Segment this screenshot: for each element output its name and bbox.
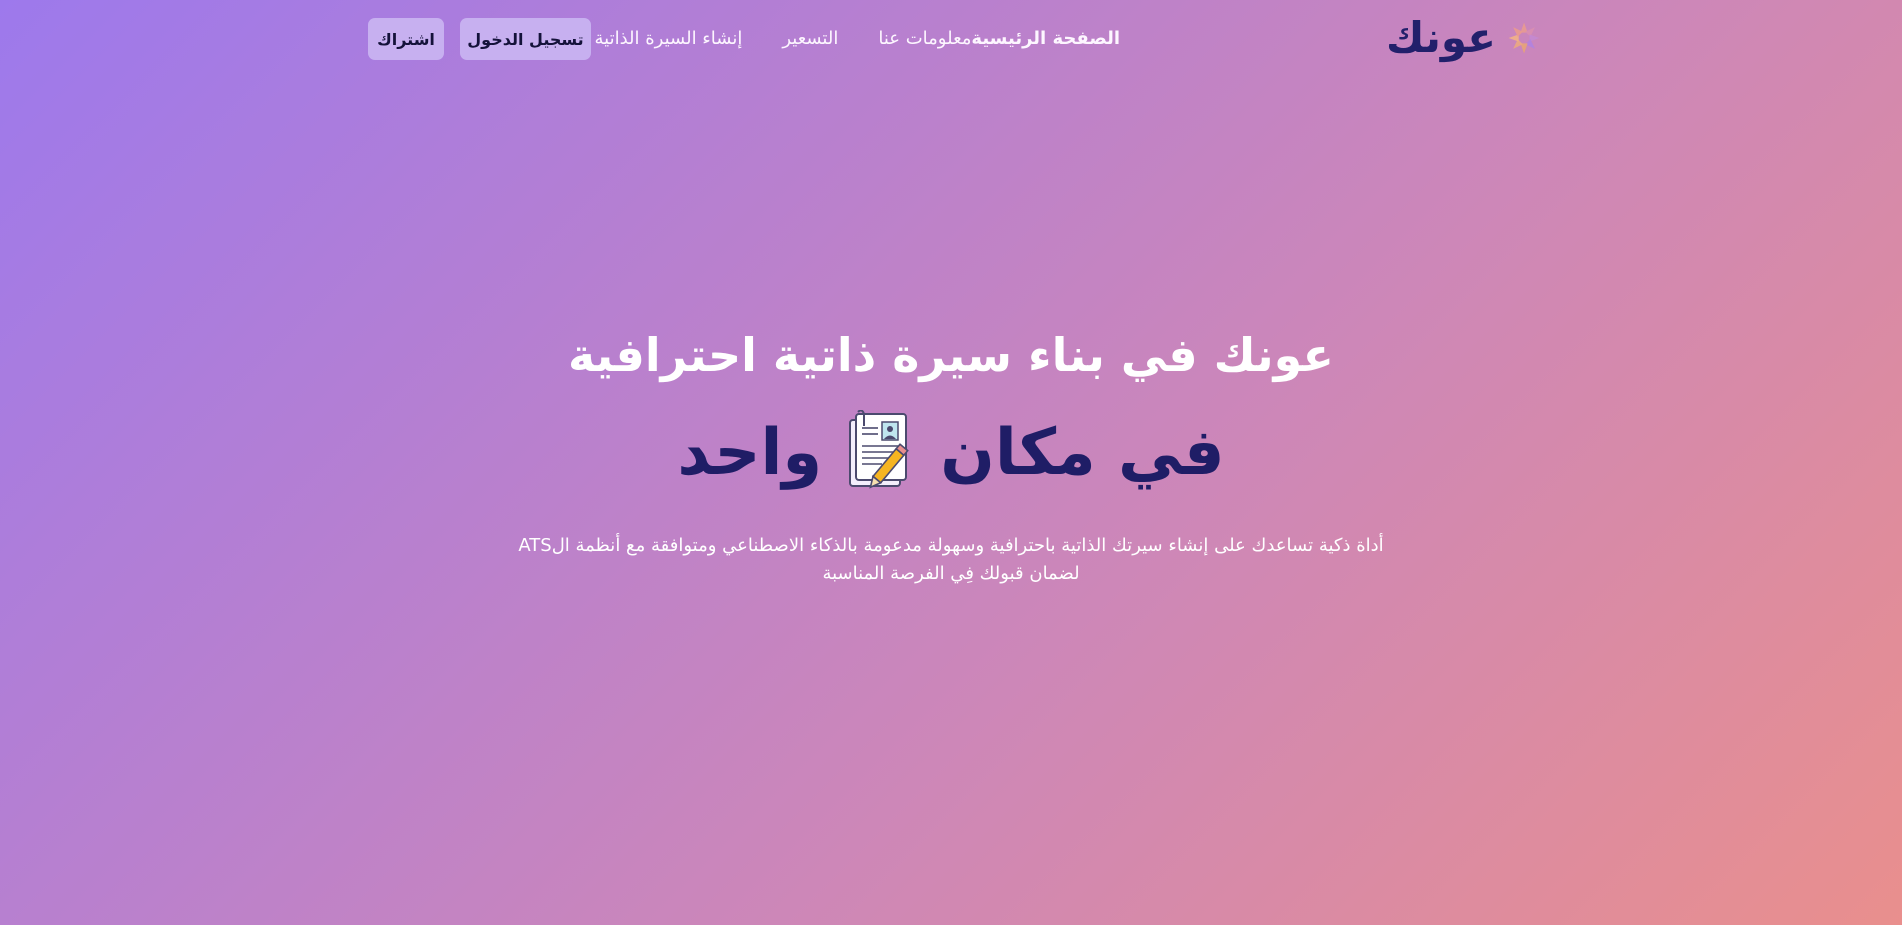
hero-subtitle-line2: لضمان قبولك فِي الفرصة المناسبة [822, 563, 1080, 584]
nav-create-cv[interactable]: إنشاء السيرة الذاتية [595, 28, 743, 49]
resume-pencil-icon [849, 410, 910, 489]
top-navbar: عونك الصفحة الرئيسية معلومات عنا التسعير… [0, 0, 1902, 78]
nav-about[interactable]: معلومات عنا [878, 28, 971, 49]
sunburst-logo-icon [1508, 22, 1540, 54]
hero-subtitle: أداة ذكية تساعدك على إنشاء سيرتك الذاتية… [0, 532, 1902, 588]
nav-pricing[interactable]: التسعير [782, 28, 838, 49]
hero-title-accent: في مكان واحد [0, 410, 1902, 496]
login-button[interactable]: تسجيل الدخول [460, 18, 591, 60]
nav-home[interactable]: الصفحة الرئيسية [971, 28, 1120, 49]
hero-accent-part-b: واحد [677, 416, 823, 490]
subscribe-button[interactable]: اشتراك [368, 18, 444, 60]
brand-logo[interactable]: عونك [1386, 10, 1540, 66]
main-nav: الصفحة الرئيسية معلومات عنا التسعير إنشا… [555, 18, 1121, 58]
hero-accent-part-a: في مكان [940, 416, 1225, 490]
hero-title: عونك في بناء سيرة ذاتية احترافية [568, 328, 1334, 382]
brand-name: عونك [1386, 13, 1496, 62]
hero-subtitle-line1: أداة ذكية تساعدك على إنشاء سيرتك الذاتية… [518, 535, 1384, 556]
